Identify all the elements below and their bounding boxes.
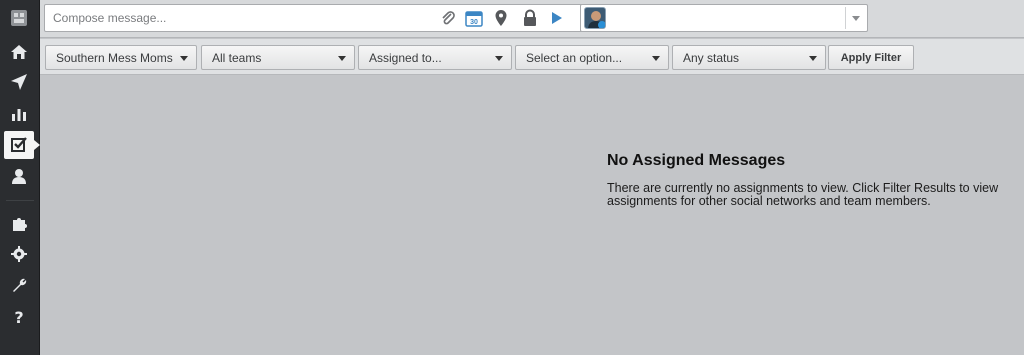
option-filter-label: Select an option... [526, 50, 623, 65]
lock-icon[interactable] [521, 9, 539, 27]
option-filter-dropdown[interactable]: Select an option... [515, 45, 669, 70]
filter-bar: Southern Mess Moms All teams Assigned to… [40, 39, 1024, 75]
compose-box: 30 [44, 4, 616, 32]
avatar [584, 7, 606, 29]
empty-state-title: No Assigned Messages [607, 152, 786, 169]
assignments-icon[interactable] [4, 131, 40, 159]
compose-input[interactable] [45, 5, 425, 31]
network-filter-label: Southern Mess Moms [56, 50, 173, 65]
apps-icon[interactable] [4, 210, 34, 238]
home-icon[interactable] [4, 38, 34, 66]
sidebar-divider [6, 200, 34, 201]
chevron-down-icon [809, 56, 817, 61]
sidebar: ? [0, 0, 40, 355]
teams-filter-dropdown[interactable]: All teams [201, 45, 355, 70]
chevron-down-icon [652, 56, 660, 61]
logo-icon[interactable] [4, 4, 34, 32]
status-filter-dropdown[interactable]: Any status [672, 45, 826, 70]
tools-icon[interactable] [4, 271, 34, 299]
assigned-filter-dropdown[interactable]: Assigned to... [358, 45, 512, 70]
calendar-day: 30 [470, 19, 478, 26]
contacts-icon[interactable] [4, 162, 34, 190]
network-filter-dropdown[interactable]: Southern Mess Moms [45, 45, 197, 70]
analytics-icon[interactable] [4, 100, 34, 128]
teams-filter-label: All teams [212, 50, 262, 65]
chevron-down-icon [495, 56, 503, 61]
calendar-icon[interactable]: 30 [465, 9, 483, 27]
main-content: No Assigned Messages There are currently… [40, 75, 1024, 355]
chevron-down-icon [338, 56, 346, 61]
send-icon[interactable] [548, 9, 566, 27]
paperclip-icon[interactable] [439, 9, 457, 27]
send-icon[interactable] [4, 68, 34, 96]
empty-state-message: There are currently no assignments to vi… [607, 181, 999, 208]
status-filter-label: Any status [683, 50, 740, 65]
help-icon[interactable]: ? [4, 303, 34, 331]
chevron-down-icon [180, 56, 188, 61]
assigned-filter-label: Assigned to... [369, 50, 442, 65]
chevron-down-icon[interactable] [845, 7, 865, 29]
location-pin-icon[interactable] [492, 9, 510, 27]
profile-picker[interactable] [580, 4, 868, 32]
settings-icon[interactable] [4, 240, 34, 268]
apply-filter-button[interactable]: Apply Filter [828, 45, 914, 70]
top-bar: 30 [40, 0, 1024, 38]
